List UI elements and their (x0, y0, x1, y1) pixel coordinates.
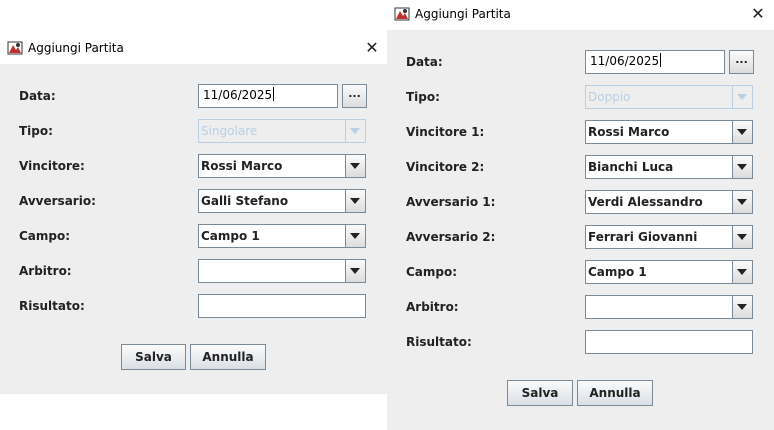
chevron-down-icon (737, 129, 747, 135)
referee-select[interactable] (198, 259, 366, 283)
chevron-down-icon (350, 198, 360, 204)
result-field[interactable] (198, 294, 366, 318)
label-avversario: Avversario: (19, 194, 96, 208)
winner-2-select[interactable]: Bianchi Luca (585, 155, 753, 179)
label-arbitro: Arbitro: (406, 300, 459, 314)
label-tipo: Tipo: (406, 90, 440, 104)
chevron-down-icon (350, 268, 360, 274)
chevron-down-icon (737, 94, 747, 100)
chevron-down-icon (350, 163, 360, 169)
row-campo: Campo: Campo 1 (0, 224, 387, 248)
referee-select[interactable] (585, 295, 753, 319)
text-caret (273, 87, 275, 101)
app-icon (7, 41, 23, 55)
row-arbitro: Arbitro: (0, 259, 387, 283)
text-caret (660, 53, 662, 67)
type-select: Singolare (198, 119, 366, 143)
winner-select[interactable]: Rossi Marco (198, 154, 366, 178)
winner-1-select[interactable]: Rossi Marco (585, 120, 753, 144)
row-risultato: Risultato: (0, 294, 387, 318)
label-data: Data: (406, 55, 443, 69)
close-icon[interactable]: ✕ (748, 4, 768, 24)
app-icon (394, 7, 410, 21)
row-vincitore: Vincitore: Rossi Marco (0, 154, 387, 178)
date-field[interactable]: 11/06/2025 (198, 84, 338, 108)
row-avversario: Avversario: Galli Stefano (0, 189, 387, 213)
label-tipo: Tipo: (19, 124, 53, 138)
add-match-dialog-single: Aggiungi Partita ✕ Data: 11/06/2025 ... … (0, 30, 387, 394)
chevron-down-icon (737, 304, 747, 310)
label-vincitore-2: Vincitore 2: (406, 160, 485, 174)
title-bar: Aggiungi Partita ✕ (0, 30, 387, 64)
chevron-down-icon (350, 128, 360, 134)
chevron-down-icon (737, 199, 747, 205)
court-select[interactable]: Campo 1 (585, 260, 753, 284)
chevron-down-icon (737, 234, 747, 240)
cancel-button[interactable]: Annulla (577, 380, 653, 406)
label-avversario-1: Avversario 1: (406, 195, 496, 209)
row-tipo: Tipo: Singolare (0, 119, 387, 143)
cancel-button[interactable]: Annulla (190, 344, 266, 370)
date-picker-button[interactable]: ... (729, 50, 754, 74)
chevron-down-icon (350, 233, 360, 239)
court-select[interactable]: Campo 1 (198, 224, 366, 248)
type-select: Doppio (585, 85, 753, 109)
label-avversario-2: Avversario 2: (406, 230, 496, 244)
row-vincitore-2: Vincitore 2: Bianchi Luca (387, 155, 774, 179)
row-data: Data: 11/06/2025 ... (0, 84, 387, 108)
row-campo: Campo: Campo 1 (387, 260, 774, 284)
label-arbitro: Arbitro: (19, 264, 72, 278)
add-match-dialog-double: Aggiungi Partita ✕ Data: 11/06/2025 ... … (387, 0, 774, 430)
date-field[interactable]: 11/06/2025 (585, 50, 725, 74)
opponent-select[interactable]: Galli Stefano (198, 189, 366, 213)
window-title: Aggiungi Partita (415, 7, 511, 21)
row-vincitore-1: Vincitore 1: Rossi Marco (387, 120, 774, 144)
window-title: Aggiungi Partita (28, 41, 124, 55)
label-vincitore-1: Vincitore 1: (406, 125, 485, 139)
result-field[interactable] (585, 330, 753, 354)
save-button[interactable]: Salva (121, 344, 186, 370)
label-campo: Campo: (406, 265, 458, 279)
label-campo: Campo: (19, 229, 71, 243)
chevron-down-icon (737, 269, 747, 275)
row-avversario-1: Avversario 1: Verdi Alessandro (387, 190, 774, 214)
label-data: Data: (19, 89, 56, 103)
label-risultato: Risultato: (19, 299, 85, 313)
chevron-down-icon (737, 164, 747, 170)
label-risultato: Risultato: (406, 335, 472, 349)
save-button[interactable]: Salva (507, 380, 573, 406)
row-data: Data: 11/06/2025 ... (387, 50, 774, 74)
title-bar: Aggiungi Partita ✕ (387, 0, 774, 30)
close-icon[interactable]: ✕ (362, 38, 382, 58)
opponent-2-select[interactable]: Ferrari Giovanni (585, 225, 753, 249)
row-avversario-2: Avversario 2: Ferrari Giovanni (387, 225, 774, 249)
row-arbitro: Arbitro: (387, 295, 774, 319)
date-picker-button[interactable]: ... (342, 84, 367, 108)
label-vincitore: Vincitore: (19, 159, 85, 173)
row-risultato: Risultato: (387, 330, 774, 354)
row-tipo: Tipo: Doppio (387, 85, 774, 109)
opponent-1-select[interactable]: Verdi Alessandro (585, 190, 753, 214)
